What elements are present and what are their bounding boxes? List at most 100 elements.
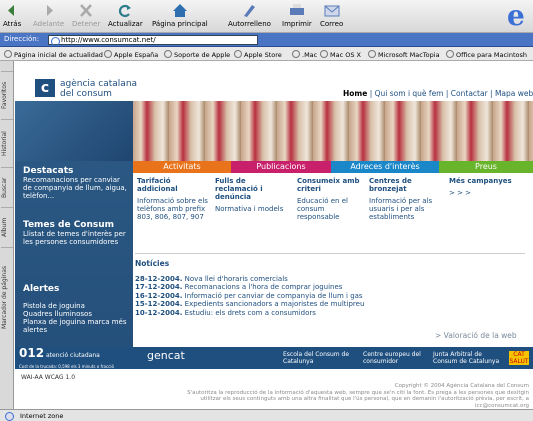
home-icon (172, 4, 187, 17)
destacats-title: Destacats (23, 166, 74, 176)
news-item[interactable]: 15-12-2004. Expedients sancionadors a ma… (135, 300, 525, 309)
tab-preus[interactable]: Preus (439, 161, 533, 173)
favorite-link[interactable]: Mac OS X (320, 50, 361, 59)
campaign-column[interactable]: Tarifació addicional Informació sobre els… (137, 177, 209, 224)
logo-line2: del consum (60, 89, 112, 99)
news-text: Expedients sancionadors a majoristes de … (182, 300, 365, 308)
chevron-right-icon: > (435, 331, 444, 340)
phone-label: atenció ciutadana (45, 352, 100, 359)
favorite-link[interactable]: Soporte de Apple (164, 50, 230, 59)
stop-x-icon (80, 4, 93, 17)
address-bar: Dirección: http://www.consumcat.net/ (0, 33, 533, 47)
campaign-link: Informació sobre els telèfons amb prefix… (137, 197, 208, 221)
sidebar-tab-marcador[interactable]: Marcador de páginas (1, 247, 13, 347)
valoracio-link[interactable]: > Valoració de la web (435, 331, 517, 340)
campaign-column[interactable]: Consumeix amb criteri Educació en el cons… (297, 177, 363, 224)
campaign-column[interactable]: Més campanyes > > > (449, 177, 531, 200)
header-photo (133, 101, 533, 161)
autofill-button[interactable]: Autorrelleno (228, 3, 271, 28)
mail-label: Correo (320, 20, 344, 28)
news-item[interactable]: 17-12-2004. Recomanacions a l'hora de co… (135, 283, 525, 292)
sidebar-tab-buscar[interactable]: Buscar (1, 167, 13, 207)
news-date: 15-12-2004. (135, 300, 183, 308)
junta-arbitral-link[interactable]: Junta Arbitral de Consum de Catalunya (433, 351, 501, 365)
temes-section[interactable]: Temes de Consum Llistat de temes d'inter… (23, 221, 128, 247)
nav-map-link[interactable]: Mapa web (495, 89, 533, 98)
gencat-logo[interactable]: gencat (147, 350, 185, 361)
sidebar-tab-historial[interactable]: Historial (1, 119, 13, 167)
refresh-label: Actualizar (108, 20, 143, 28)
favorite-link[interactable]: Apple Store (234, 50, 282, 59)
destacats-section[interactable]: Destacats Recomanacions per canviar de c… (23, 166, 128, 201)
stop-label: Detener (72, 20, 101, 28)
home-button[interactable]: Página principal (152, 3, 208, 28)
news-date: 17-12-2004. (135, 283, 183, 291)
favorite-link[interactable]: Microsoft MacTopia (368, 50, 440, 59)
site-logo[interactable]: agència catalana del consum (60, 79, 137, 99)
nav-home-link[interactable]: Home (343, 89, 367, 98)
campaign-columns: Tarifació addicional Informació sobre els… (133, 173, 533, 253)
tab-activitats[interactable]: Activitats (133, 161, 231, 173)
back-button[interactable]: Atrás (3, 3, 21, 28)
printer-icon (289, 4, 304, 15)
news-item[interactable]: 10-12-2004. Estudiu: els drets com a con… (135, 309, 525, 318)
tab-publicacions[interactable]: Publicacions (231, 161, 331, 173)
news-section: Notícies 28-12-2004. Nova llei d'horaris… (135, 253, 525, 317)
campaign-title: Centres de bronzejat (369, 177, 412, 193)
mail-button[interactable]: Correo (320, 3, 343, 28)
catsalut-logo[interactable]: CAT SALUT (509, 351, 529, 365)
nav-separator: | (367, 89, 375, 98)
favorite-link[interactable]: Office para Macintosh (446, 50, 527, 59)
campaign-link: Educació en el consum responsable (297, 197, 348, 221)
news-date: 16-12-2004. (135, 291, 183, 300)
phone-cost: Cost de la trucada: 0,598 els 3 minuts o… (19, 364, 114, 369)
left-column: Destacats Recomanacions per canviar de c… (15, 101, 133, 347)
tab-label: Activitats (163, 162, 201, 171)
copyright-block: Copyright © 2004 Agència Catalana del Co… (165, 383, 529, 409)
refresh-button[interactable]: Actualizar (108, 3, 143, 28)
autofill-pen-icon (244, 5, 256, 17)
phone-012-block[interactable]: 012 atenció ciutadana (19, 347, 100, 359)
campaign-column[interactable]: Fulls de reclamació i denúncia Normativa … (215, 177, 287, 216)
campaign-column[interactable]: Centres de bronzejat Informació per als u… (369, 177, 441, 224)
explorer-sidebar: Favoritos Historial Buscar Álbum Marcado… (0, 61, 14, 409)
news-item[interactable]: 28-12-2004. Nova llei d'horaris comercia… (135, 275, 525, 284)
sidebar-tab-album[interactable]: Álbum (1, 207, 13, 247)
url-input[interactable]: http://www.consumcat.net/ (48, 35, 258, 46)
sidebar-tab-favoritos[interactable]: Favoritos (1, 71, 13, 119)
nav-qui-link[interactable]: Qui som i què fem (375, 89, 444, 98)
temes-text: Llistat de temes d'interès per les perso… (23, 230, 126, 246)
alertes-title: Alertes (23, 284, 60, 294)
tab-adreces[interactable]: Adreces d'interès (331, 161, 439, 173)
news-item[interactable]: 16-12-2004. Informació per canviar de co… (135, 292, 525, 301)
forward-arrow-icon (46, 5, 53, 16)
browser-toolbar: Atrás Adelante Detener Actualizar Página… (0, 0, 533, 33)
print-button[interactable]: Imprimir (282, 3, 312, 28)
alertes-section[interactable]: Alertes Pistola de joguina Quadres llumi… (23, 277, 128, 342)
valoracio-label: Valoració de la web (443, 331, 517, 340)
favorite-link[interactable]: .Mac (292, 50, 317, 59)
partners-footer: 012 atenció ciutadana Cost de la trucada… (15, 347, 533, 369)
nav-contact-link[interactable]: Contactar (451, 89, 488, 98)
top-navigation: Home | Qui som i què fem | Contactar | M… (343, 89, 533, 98)
centre-europeu-link[interactable]: Centre europeu del consumidor (363, 351, 423, 365)
news-text: Informació per canviar de companyia de l… (182, 291, 363, 300)
tab-label: Adreces d'interès (350, 162, 420, 171)
campaign-title: Tarifació addicional (137, 177, 178, 193)
wai-badge[interactable]: WAI-AA WCAG 1.0 (21, 374, 75, 381)
news-date: 10-12-2004. (135, 308, 183, 317)
favorite-link[interactable]: Página inicial de actualidad (4, 50, 103, 59)
forward-button[interactable]: Adelante (33, 3, 64, 28)
favorite-link[interactable]: Apple España (104, 50, 158, 59)
browser-logo-icon: e (507, 0, 525, 32)
left-header-image (15, 101, 133, 161)
tab-label: Preus (475, 162, 497, 171)
campaign-title: Més campanyes (449, 177, 512, 185)
status-bar: Internet zone (0, 409, 533, 421)
tab-label: Publicacions (256, 162, 306, 171)
news-date: 28-12-2004. (135, 274, 183, 283)
phone-number: 012 (19, 346, 45, 360)
refresh-icon (119, 4, 132, 18)
escola-link[interactable]: Escola del Consum de Catalunya (283, 351, 353, 365)
stop-button[interactable]: Detener (72, 3, 100, 28)
